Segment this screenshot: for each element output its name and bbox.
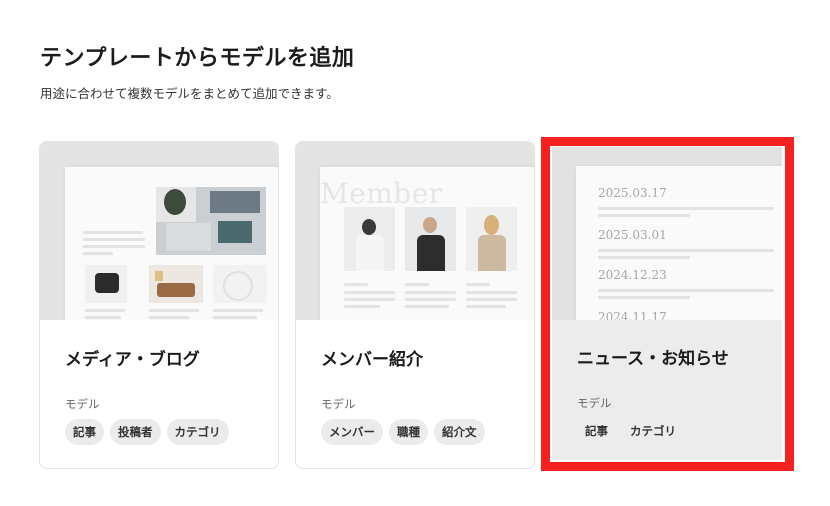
preview-date: 2025.03.17 xyxy=(598,186,667,200)
model-label: モデル xyxy=(577,396,612,410)
model-tag-list: 記事 投稿者 カテゴリ xyxy=(65,419,229,445)
preview-date: 2024.11.17 xyxy=(598,310,667,320)
preview-image-abstract xyxy=(213,265,267,303)
preview-page: 2025.03.17 2025.03.01 2024.12.23 2024.11… xyxy=(576,166,782,320)
model-tag: 紹介文 xyxy=(434,419,485,445)
template-preview-news: 2025.03.17 2025.03.01 2024.12.23 2024.11… xyxy=(552,147,782,320)
template-card-title: ニュース・お知らせ xyxy=(577,349,729,369)
model-tag: メンバー xyxy=(321,419,383,445)
model-label: モデル xyxy=(65,397,100,411)
model-tag: 記事 xyxy=(585,424,608,438)
preview-portrait xyxy=(466,207,517,271)
template-card-title: メンバー紹介 xyxy=(321,350,423,370)
template-preview-member: Member xyxy=(296,142,534,320)
model-tag: 職種 xyxy=(389,419,428,445)
preview-date: 2024.12.23 xyxy=(598,268,667,282)
dialog-subtitle: 用途に合わせて複数モデルをまとめて追加できます。 xyxy=(40,86,339,101)
model-tag-list: 記事 カテゴリ xyxy=(577,418,684,444)
preview-image-sofa xyxy=(149,265,203,303)
preview-heading: Member xyxy=(320,177,443,210)
model-tag: カテゴリ xyxy=(166,419,229,445)
model-tag-list: メンバー 職種 紹介文 xyxy=(321,419,485,445)
template-card-news[interactable]: 2025.03.17 2025.03.01 2024.12.23 2024.11… xyxy=(552,147,782,460)
preview-image-typewriter xyxy=(85,265,127,303)
template-card-media-blog[interactable]: メディア・ブログ モデル 記事 投稿者 カテゴリ xyxy=(39,141,279,469)
model-tag: カテゴリ xyxy=(630,424,676,438)
preview-portrait xyxy=(344,207,395,271)
dialog-title: テンプレートからモデルを追加 xyxy=(40,46,355,71)
preview-hero-image xyxy=(156,187,266,255)
template-preview-media-blog xyxy=(40,142,278,320)
preview-page: Member xyxy=(320,167,534,320)
model-tag: 投稿者 xyxy=(110,419,161,445)
template-card-title: メディア・ブログ xyxy=(65,350,200,370)
model-tag: 記事 xyxy=(65,419,104,445)
template-dialog: テンプレートからモデルを追加 用途に合わせて複数モデルをまとめて追加できます。 xyxy=(0,0,830,506)
preview-portrait xyxy=(405,207,456,271)
model-label: モデル xyxy=(321,397,356,411)
preview-page xyxy=(65,167,278,320)
preview-date: 2025.03.01 xyxy=(598,228,667,242)
template-card-member[interactable]: Member メンバー紹介 モデル メンバー 職種 紹介文 xyxy=(295,141,535,469)
